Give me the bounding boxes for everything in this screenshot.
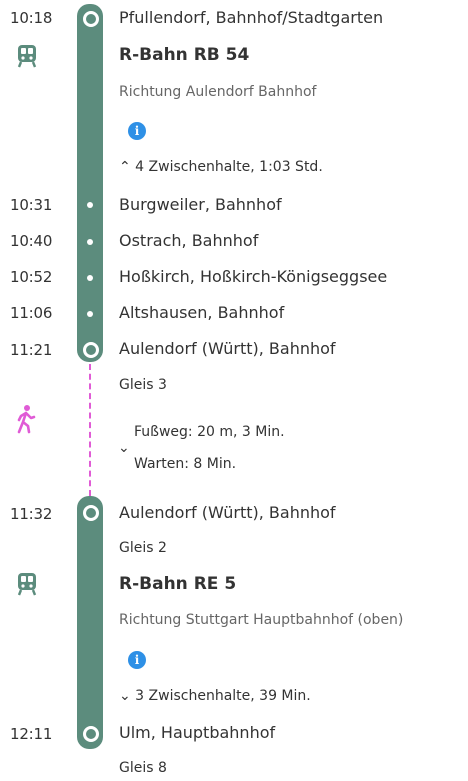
walking-person-icon [16,404,36,438]
arrival-time: 12:11 [10,725,53,743]
platform-label: Gleis 2 [119,540,167,556]
stop-name[interactable]: Hoßkirch, Hoßkirch-Königseggsee [119,267,387,286]
platform-label: Gleis 8 [119,760,167,776]
direction-text: Richtung Aulendorf Bahnhof [119,84,317,100]
stop-time: 10:31 [10,196,53,214]
departure-time: 10:18 [10,9,53,27]
stop-name[interactable]: Altshausen, Bahnhof [119,303,284,322]
stop-marker [87,275,93,281]
stop-time: 11:06 [10,304,53,322]
route-bar-leg1 [77,4,103,362]
arrival-time: 11:21 [10,341,53,359]
departure-stop-marker [83,11,99,27]
wait-text: Warten: 8 Min. [134,456,237,472]
departure-stop-name[interactable]: Pfullendorf, Bahnhof/Stadtgarten [119,8,383,27]
arrival-stop-marker [83,726,99,742]
departure-stop-marker [83,505,99,521]
walk-path-line [89,364,91,496]
info-icon[interactable]: i [128,122,146,140]
departure-stop-name[interactable]: Aulendorf (Württ), Bahnhof [119,503,336,522]
footpath-text[interactable]: Fußweg: 20 m, 3 Min. [134,424,285,440]
line-name[interactable]: R-Bahn RE 5 [119,574,236,594]
departure-time: 11:32 [10,505,53,523]
intermediate-stops-toggle[interactable]: ⌃ 4 Zwischenhalte, 1:03 Std. [119,159,323,175]
stop-marker [87,311,93,317]
stop-time: 10:52 [10,268,53,286]
stop-marker [87,202,93,208]
stop-time: 10:40 [10,232,53,250]
arrival-stop-marker [83,342,99,358]
arrival-stop-name[interactable]: Aulendorf (Württ), Bahnhof [119,339,336,358]
info-icon[interactable]: i [128,651,146,669]
stop-marker [87,239,93,245]
walk-chevron-icon[interactable]: ⌄ [118,440,130,456]
stop-name[interactable]: Burgweiler, Bahnhof [119,195,282,214]
stop-name[interactable]: Ostrach, Bahnhof [119,231,258,250]
direction-text: Richtung Stuttgart Hauptbahnhof (oben) [119,612,404,628]
route-bar-leg2 [77,496,103,749]
intermediate-stops-toggle[interactable]: ⌄ 3 Zwischenhalte, 39 Min. [119,688,311,704]
platform-label: Gleis 3 [119,377,167,393]
train-icon [16,44,38,72]
arrival-stop-name[interactable]: Ulm, Hauptbahnhof [119,723,275,742]
train-icon [16,572,38,600]
line-name[interactable]: R-Bahn RB 54 [119,45,249,65]
